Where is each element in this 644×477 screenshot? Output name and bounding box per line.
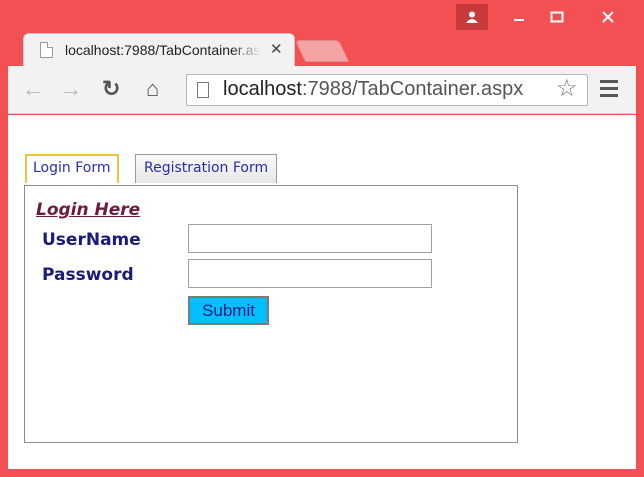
browser-toolbar: ← → ↻ ⌂ localhost:7988/TabContainer.aspx…	[8, 66, 636, 114]
reload-button[interactable]: ↻	[102, 76, 120, 102]
address-bar[interactable]: localhost:7988/TabContainer.aspx	[186, 74, 588, 106]
browser-window: localhost:7988/TabContainer.aspx ✕ ← → ↻…	[0, 0, 644, 477]
person-icon	[466, 11, 478, 23]
page-content: Login Form Registration Form Login Here …	[8, 115, 636, 469]
login-panel: Login Here UserName Password Submit	[24, 185, 518, 443]
profile-button[interactable]	[456, 4, 488, 30]
tab-title: localhost:7988/TabContainer.aspx	[65, 42, 261, 58]
menu-icon[interactable]	[600, 80, 618, 101]
tab-registration-form[interactable]: Registration Form	[135, 154, 278, 183]
close-icon	[602, 11, 614, 23]
url-host: localhost	[223, 78, 302, 100]
tab-login-form[interactable]: Login Form	[25, 154, 119, 183]
minimize-icon	[514, 19, 524, 21]
page-icon	[40, 42, 53, 58]
back-button[interactable]: ←	[22, 76, 44, 102]
new-tab-button[interactable]	[294, 40, 350, 62]
home-button[interactable]: ⌂	[146, 76, 159, 102]
maximize-button[interactable]	[542, 4, 572, 30]
maximize-icon	[550, 11, 564, 23]
browser-tab[interactable]: localhost:7988/TabContainer.aspx ✕	[23, 33, 295, 67]
login-heading: Login Here	[36, 200, 141, 220]
bookmark-star-icon[interactable]: ☆	[556, 74, 578, 104]
submit-button[interactable]: Submit	[188, 296, 269, 325]
url-text: localhost:7988/TabContainer.aspx	[223, 78, 523, 101]
password-input[interactable]	[188, 259, 432, 288]
password-label: Password	[42, 265, 134, 285]
forward-button[interactable]: →	[60, 76, 82, 102]
username-label: UserName	[42, 230, 141, 250]
page-icon	[197, 82, 209, 98]
tab-close-button[interactable]: ✕	[270, 40, 283, 58]
username-input[interactable]	[188, 224, 432, 253]
minimize-button[interactable]	[504, 4, 534, 30]
url-path: :7988/TabContainer.aspx	[301, 78, 524, 100]
close-window-button[interactable]	[578, 4, 638, 30]
